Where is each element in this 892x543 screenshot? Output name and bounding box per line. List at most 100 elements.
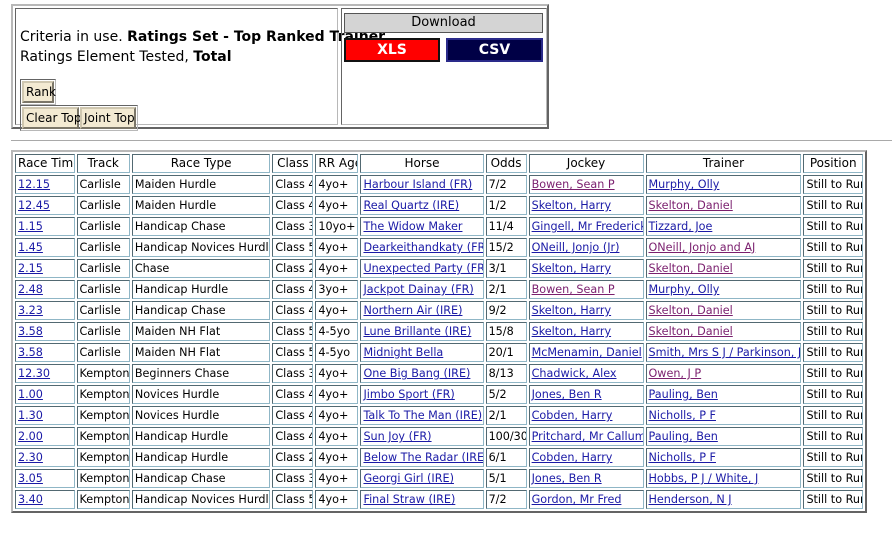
position-cell: Still to Run bbox=[806, 472, 863, 485]
horse-link[interactable]: Talk To The Man (IRE) bbox=[363, 409, 482, 422]
jockey-link[interactable]: Pritchard, Mr Callum bbox=[532, 430, 643, 443]
trainer-link[interactable]: Skelton, Daniel bbox=[649, 262, 733, 275]
class-cell: Class 5 bbox=[275, 241, 314, 254]
position-cell: Still to Run bbox=[803, 238, 863, 257]
horse-link[interactable]: Final Straw (IRE) bbox=[363, 493, 455, 506]
header-class[interactable]: Class bbox=[272, 154, 314, 173]
jockey-link[interactable]: Cobden, Harry bbox=[532, 451, 613, 464]
jockey-cell: Bowen, Sean P bbox=[528, 175, 644, 194]
trainer-cell: Skelton, Daniel bbox=[645, 301, 802, 320]
trainer-link[interactable]: Owen, J P bbox=[649, 367, 702, 380]
jockey-link[interactable]: Skelton, Harry bbox=[532, 262, 612, 275]
horse-link[interactable]: Midnight Bella bbox=[363, 346, 443, 359]
horse-link[interactable]: Sun Joy (FR) bbox=[363, 430, 431, 443]
rr-age-cell: 4-5yo bbox=[318, 346, 351, 359]
clear-top-button[interactable]: Clear Top bbox=[22, 107, 81, 129]
race-time-link[interactable]: 3.58 bbox=[18, 346, 43, 359]
table-row: 2.00 Kempton Handicap Hurdle Class 4 4yo+ Sun… bbox=[15, 427, 863, 446]
header-race-time[interactable]: Race Time bbox=[15, 154, 75, 173]
time-cell: 1.45 bbox=[15, 238, 75, 257]
jockey-link[interactable]: Gordon, Mr Fred bbox=[532, 493, 622, 506]
race-time-link[interactable]: 2.48 bbox=[18, 283, 43, 296]
horse-link[interactable]: Harbour Island (FR) bbox=[363, 178, 472, 191]
race-time-link[interactable]: 1.45 bbox=[18, 241, 43, 254]
trainer-link[interactable]: Tizzard, Joe bbox=[649, 220, 713, 233]
trainer-link[interactable]: Murphy, Olly bbox=[649, 178, 720, 191]
jockey-link[interactable]: McMenamin, Daniel bbox=[532, 346, 642, 359]
jockey-link[interactable]: Cobden, Harry bbox=[532, 409, 613, 422]
trainer-link[interactable]: Pauling, Ben bbox=[649, 430, 718, 443]
race-time-link[interactable]: 1.15 bbox=[18, 220, 43, 233]
horse-link[interactable]: Below The Radar (IRE) bbox=[363, 451, 482, 464]
horse-link[interactable]: Dearkeithandkaty (FR) bbox=[363, 241, 482, 254]
trainer-link[interactable]: Pauling, Ben bbox=[649, 388, 718, 401]
header-horse[interactable]: Horse bbox=[360, 154, 484, 173]
header-race-type[interactable]: Race Type bbox=[131, 154, 271, 173]
jockey-link[interactable]: Skelton, Harry bbox=[532, 325, 612, 338]
jockey-link[interactable]: Bowen, Sean P bbox=[532, 178, 615, 191]
horse-link[interactable]: Lune Brillante (IRE) bbox=[363, 325, 471, 338]
trainer-link[interactable]: Smith, Mrs S J / Parkinson, J bbox=[649, 346, 801, 359]
race-time-link[interactable]: 2.15 bbox=[18, 262, 43, 275]
joint-top-button[interactable]: Joint Top bbox=[80, 107, 136, 129]
race-time-link[interactable]: 2.30 bbox=[18, 451, 43, 464]
rank-button[interactable]: Rank bbox=[22, 81, 56, 103]
race-time-link[interactable]: 12.45 bbox=[18, 199, 50, 212]
race-time-link[interactable]: 3.58 bbox=[18, 325, 43, 338]
trainer-link[interactable]: Skelton, Daniel bbox=[649, 304, 733, 317]
jockey-link[interactable]: Skelton, Harry bbox=[532, 304, 612, 317]
race-time-link[interactable]: 1.30 bbox=[18, 409, 43, 422]
horse-link[interactable]: Unexpected Party (FR) bbox=[363, 262, 482, 275]
header-odds[interactable]: Odds bbox=[485, 154, 527, 173]
trainer-link[interactable]: Skelton, Daniel bbox=[649, 325, 733, 338]
jockey-link[interactable]: ONeill, Jonjo (Jr) bbox=[532, 241, 620, 254]
jockey-link[interactable]: Skelton, Harry bbox=[532, 199, 612, 212]
horse-link[interactable]: Georgi Girl (IRE) bbox=[363, 472, 453, 485]
jockey-link[interactable]: Bowen, Sean P bbox=[532, 283, 615, 296]
position-cell: Still to Run bbox=[803, 406, 863, 425]
track-cell: Kempton bbox=[79, 367, 130, 380]
trainer-link[interactable]: Nicholls, P F bbox=[649, 451, 716, 464]
class-cell: Class 4 bbox=[272, 406, 314, 425]
horse-link[interactable]: One Big Bang (IRE) bbox=[363, 367, 470, 380]
race-time-link[interactable]: 12.15 bbox=[18, 178, 50, 191]
jockey-link[interactable]: Jones, Ben R bbox=[532, 388, 602, 401]
header-track[interactable]: Track bbox=[76, 154, 130, 173]
race-time-link[interactable]: 3.05 bbox=[18, 472, 43, 485]
trainer-link[interactable]: Skelton, Daniel bbox=[649, 199, 733, 212]
trainer-link[interactable]: Murphy, Olly bbox=[649, 283, 720, 296]
odds-cell: 6/1 bbox=[485, 448, 527, 467]
download-xls-button[interactable]: XLS bbox=[344, 38, 440, 62]
horse-link[interactable]: The Widow Maker bbox=[363, 220, 462, 233]
type-cell: Beginners Chase bbox=[131, 364, 271, 383]
header-jockey[interactable]: Jockey bbox=[528, 154, 644, 173]
jockey-link[interactable]: Gingell, Mr Frederick bbox=[532, 220, 643, 233]
horse-link[interactable]: Real Quartz (IRE) bbox=[363, 199, 459, 212]
race-time-link[interactable]: 3.40 bbox=[18, 493, 43, 506]
trainer-link[interactable]: ONeill, Jonjo and AJ bbox=[649, 241, 756, 254]
horse-link[interactable]: Northern Air (IRE) bbox=[363, 304, 462, 317]
race-time-link[interactable]: 3.23 bbox=[18, 304, 43, 317]
position-cell: Still to Run bbox=[803, 301, 863, 320]
horse-link[interactable]: Jimbo Sport (FR) bbox=[363, 388, 454, 401]
header-position[interactable]: Position bbox=[803, 154, 863, 173]
jockey-link[interactable]: Chadwick, Alex bbox=[532, 367, 617, 380]
trainer-cell: Murphy, Olly bbox=[645, 280, 802, 299]
race-time-link[interactable]: 1.00 bbox=[18, 388, 43, 401]
race-time-link[interactable]: 12.30 bbox=[18, 367, 50, 380]
download-csv-button[interactable]: CSV bbox=[446, 38, 543, 62]
trainer-link[interactable]: Henderson, N J bbox=[649, 493, 732, 506]
track-cell: Carlisle bbox=[76, 196, 130, 215]
time-cell: 3.58 bbox=[15, 322, 75, 341]
age-cell: 4yo+ bbox=[315, 427, 359, 446]
header-rr-age[interactable]: RR Age bbox=[315, 154, 359, 173]
trainer-link[interactable]: Hobbs, P J / White, J bbox=[649, 472, 759, 485]
horse-link[interactable]: Jackpot Dainay (FR) bbox=[363, 283, 473, 296]
track-cell: Carlisle bbox=[79, 241, 121, 254]
rr-age-cell: 4yo+ bbox=[318, 493, 349, 506]
jockey-link[interactable]: Jones, Ben R bbox=[532, 472, 602, 485]
race-time-link[interactable]: 2.00 bbox=[18, 430, 43, 443]
header-trainer[interactable]: Trainer bbox=[645, 154, 802, 173]
trainer-link[interactable]: Nicholls, P F bbox=[649, 409, 716, 422]
type-cell: Handicap Hurdle bbox=[131, 280, 271, 299]
